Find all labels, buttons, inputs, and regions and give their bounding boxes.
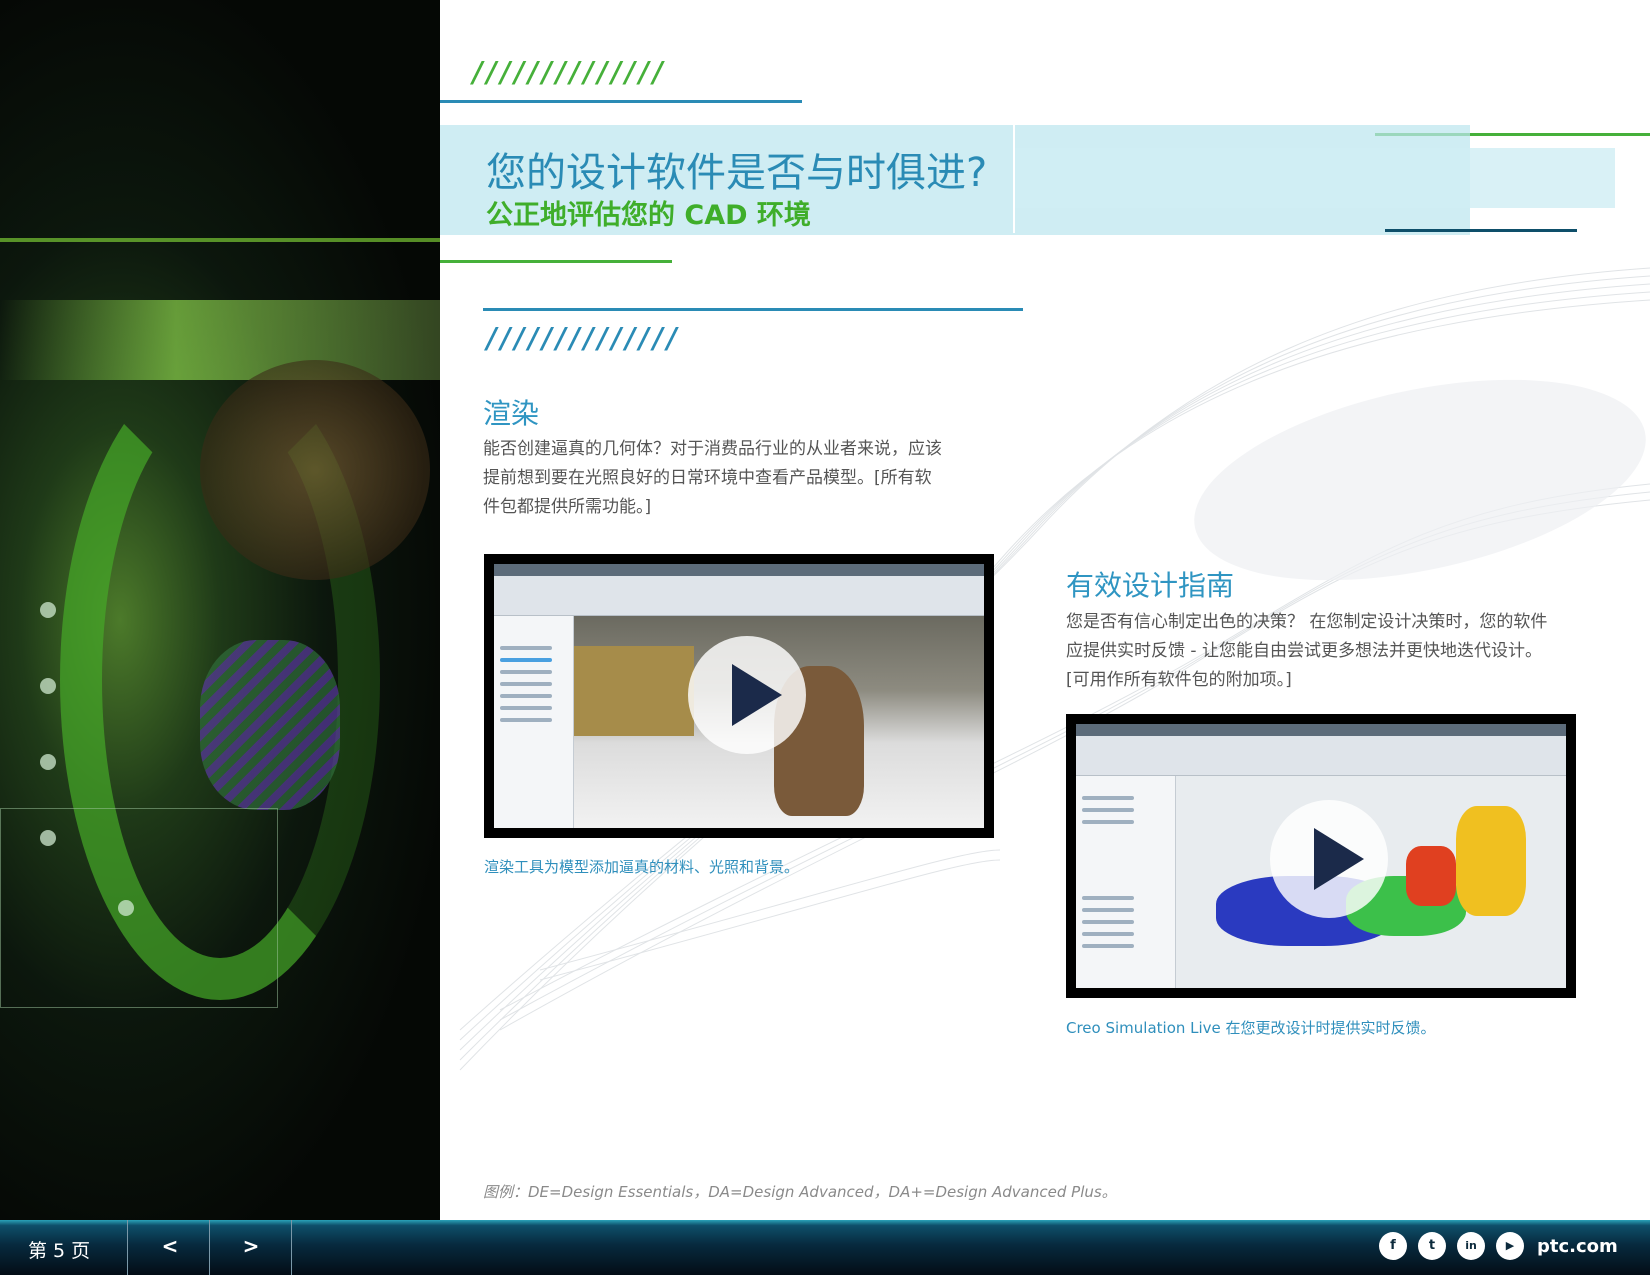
footer-divider [209,1220,210,1275]
hero-bead [40,602,56,618]
hero-purple-stripes [200,640,340,810]
section-blue-rule [483,308,1023,311]
tree-line [1082,908,1134,912]
site-link[interactable]: ptc.com [1537,1236,1618,1257]
hero-glow-line [0,238,440,242]
tree-line [500,682,552,686]
video-simulation-tree [1076,776,1176,988]
rendering-video-caption: 渲染工具为模型添加逼真的材料、光照和背景。 [484,858,800,876]
footer-bar: 第 5 页 < > f t in ▶ ptc.com [0,1220,1650,1275]
prev-page-button[interactable]: < [155,1234,185,1258]
tree-line [1082,932,1134,936]
video-model-tree [494,616,574,828]
tree-line [1082,808,1134,812]
footer-divider [291,1220,292,1275]
tree-line [1082,944,1134,948]
legend-note: 图例：DE=Design Essentials，DA=Design Advanc… [483,1183,1117,1201]
tree-line [1082,920,1134,924]
play-icon [732,664,782,726]
tree-line [1082,796,1134,800]
title-dark-rule [1385,229,1577,232]
linkedin-icon[interactable]: in [1457,1232,1485,1260]
page-subtitle: 公正地评估您的 CAD 环境 [486,200,811,231]
simulation-video-screen [1076,724,1566,988]
hero-bead [40,754,56,770]
tree-line [500,670,552,674]
tree-line [500,694,552,698]
rendering-body: 能否创建逼真的几何体？对于消费品行业的从业者来说，应该提前想到要在光照良好的日常… [483,439,942,517]
video-toolbar [494,564,984,616]
tree-line [1082,896,1134,900]
rendering-play-button[interactable] [688,636,806,754]
title-band-divider [1013,125,1015,233]
section-hatch-decoration: ////////////// [484,322,681,355]
rendering-title: 渲染 [483,397,540,430]
sim-model-red [1406,846,1456,906]
hero-bead [40,678,56,694]
content-area: ////////////// 您的设计软件是否与时俱进? 公正地评估您的 CAD… [440,0,1650,1220]
rendering-video[interactable] [484,554,994,838]
title-band-overlay [1015,148,1615,208]
footer-divider [127,1220,128,1275]
play-icon [1314,828,1364,890]
video-toolbar [1076,724,1566,776]
video-toolbar-tabs [494,564,984,576]
tree-line [1082,820,1134,824]
next-page-button[interactable]: > [236,1234,266,1258]
hero-image [0,0,440,1220]
page-title: 您的设计软件是否与时俱进? [486,150,988,196]
hero-bead [40,830,56,846]
top-blue-rule [440,100,802,103]
tree-line [500,706,552,710]
video-toolbar-tabs [1076,724,1566,736]
title-green-rule [440,260,672,263]
sim-model-yellow [1456,806,1526,916]
facebook-icon[interactable]: f [1379,1232,1407,1260]
top-hatch-decoration: ////////////// [470,56,667,89]
guidance-body: 您是否有信心制定出色的决策？ 在您制定设计决策时，您的软件应提供实时反馈 - 让… [1066,612,1548,690]
tree-line [500,646,552,650]
guidance-title: 有效设计指南 [1066,569,1235,602]
scene-cabinet [574,646,694,736]
hero-bead [118,900,134,916]
rendering-video-screen [494,564,984,828]
simulation-video-caption: Creo Simulation Live 在您更改设计时提供实时反馈。 [1066,1019,1436,1037]
simulation-video[interactable] [1066,714,1576,998]
page-number: 第 5 页 [28,1240,91,1262]
twitter-icon[interactable]: t [1418,1232,1446,1260]
youtube-icon[interactable]: ▶ [1496,1232,1524,1260]
tree-line [500,658,552,662]
simulation-play-button[interactable] [1270,800,1388,918]
tree-line [500,718,552,722]
hero-bronze-shell [200,360,430,580]
